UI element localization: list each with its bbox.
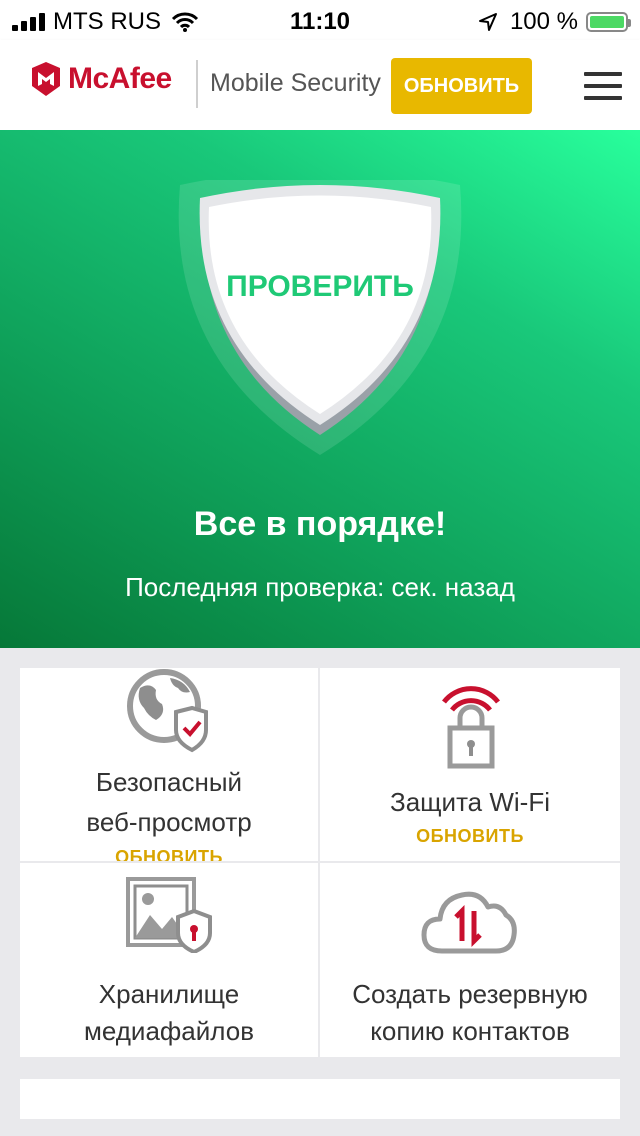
upgrade-button[interactable]: ОБНОВИТЬ [391,58,532,114]
tile-safe-browsing[interactable]: Безопасный веб-просмотр ОБНОВИТЬ [20,668,318,861]
hero-panel: ПРОВЕРИТЬ Все в порядке! Последняя прове… [0,130,640,648]
battery-percent: 100 % [509,8,578,35]
status-right: 100 % [478,8,631,36]
brand-name: McAfee [68,62,172,95]
tile-label-line2: медиафайлов [83,1016,255,1046]
tile-label-line1: Безопасный [95,767,243,797]
battery-fill [590,16,624,28]
tile-label-line1: Защита Wi-Fi [389,787,550,817]
last-scan-text: Последняя проверка: сек. назад [125,572,515,602]
app-header: McAfee Mobile Security ОБНОВИТЬ [0,40,640,130]
tile-contacts-backup[interactable]: Создать резервную копию контактов [320,863,620,1057]
battery-icon [586,12,631,32]
status-bar: MTS RUS 11:10 100 % [0,0,640,40]
tile-wifi-protection[interactable]: Защита Wi-Fi ОБНОВИТЬ [320,668,620,861]
mcafee-logo: McAfee [30,62,172,96]
wifi-lock-icon [442,686,500,769]
location-arrow-icon [478,13,497,31]
media-vault-icon [126,877,212,953]
tile-label-line2: копию контактов [370,1016,570,1046]
header-divider [196,60,198,108]
product-name: Mobile Security [210,69,381,97]
scan-shield-icon[interactable] [175,180,465,460]
mcafee-shield-icon [32,62,60,96]
tile-label-line2: веб-просмотр [86,807,252,837]
tile-label-line1: Хранилище [98,979,240,1009]
globe-shield-icon [127,669,208,753]
security-status: Все в порядке! [193,505,447,543]
tile-upgrade-link[interactable]: ОБНОВИТЬ [320,826,620,847]
tile-label-line1: Создать резервную [352,979,588,1009]
cloud-backup-icon [421,891,517,954]
bottom-card [20,1079,620,1119]
tile-upgrade-link[interactable]: ОБНОВИТЬ [20,846,318,861]
scan-button-label[interactable]: ПРОВЕРИТЬ [175,270,465,304]
tile-media-vault[interactable]: Хранилище медиафайлов [20,863,318,1057]
hamburger-menu-icon[interactable] [584,72,622,100]
